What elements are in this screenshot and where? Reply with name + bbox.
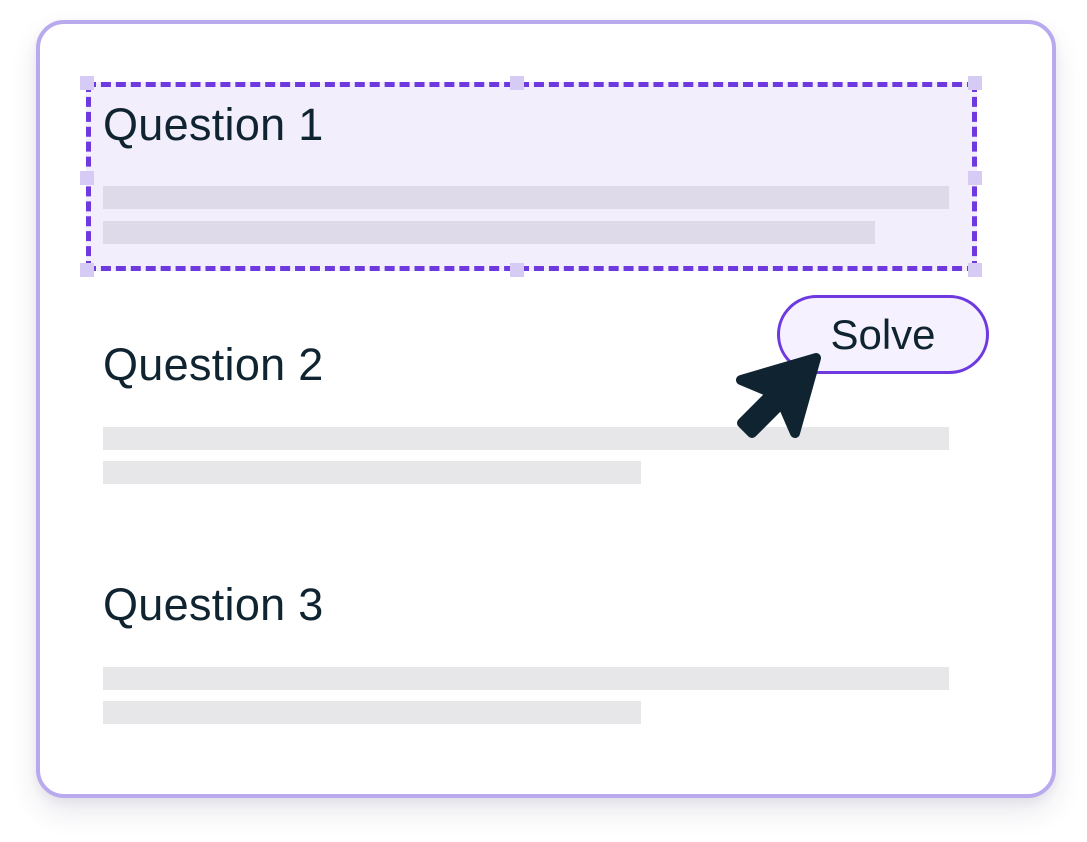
question-3-text-line-2 <box>103 701 641 724</box>
resize-handle-bottom-left[interactable] <box>80 263 94 277</box>
resize-handle-top-left[interactable] <box>80 76 94 90</box>
resize-handle-bottom-right[interactable] <box>968 263 982 277</box>
stage: Question 1 Question 2 Question 3 Solve <box>0 0 1087 842</box>
question-2-title: Question 2 <box>103 339 324 390</box>
arrow-cursor-icon <box>736 353 821 438</box>
question-3-title: Question 3 <box>103 579 324 630</box>
resize-handle-bottom-center[interactable] <box>510 263 524 277</box>
resize-handle-top-center[interactable] <box>510 76 524 90</box>
resize-handle-top-right[interactable] <box>968 76 982 90</box>
question-1-title: Question 1 <box>103 99 324 150</box>
question-1-text-line-2 <box>103 221 875 244</box>
resize-handle-middle-left[interactable] <box>80 171 94 185</box>
question-3-text-line-1 <box>103 667 949 690</box>
question-1-text-line-1 <box>103 186 949 209</box>
resize-handle-middle-right[interactable] <box>968 171 982 185</box>
question-2-text-line-2 <box>103 461 641 484</box>
